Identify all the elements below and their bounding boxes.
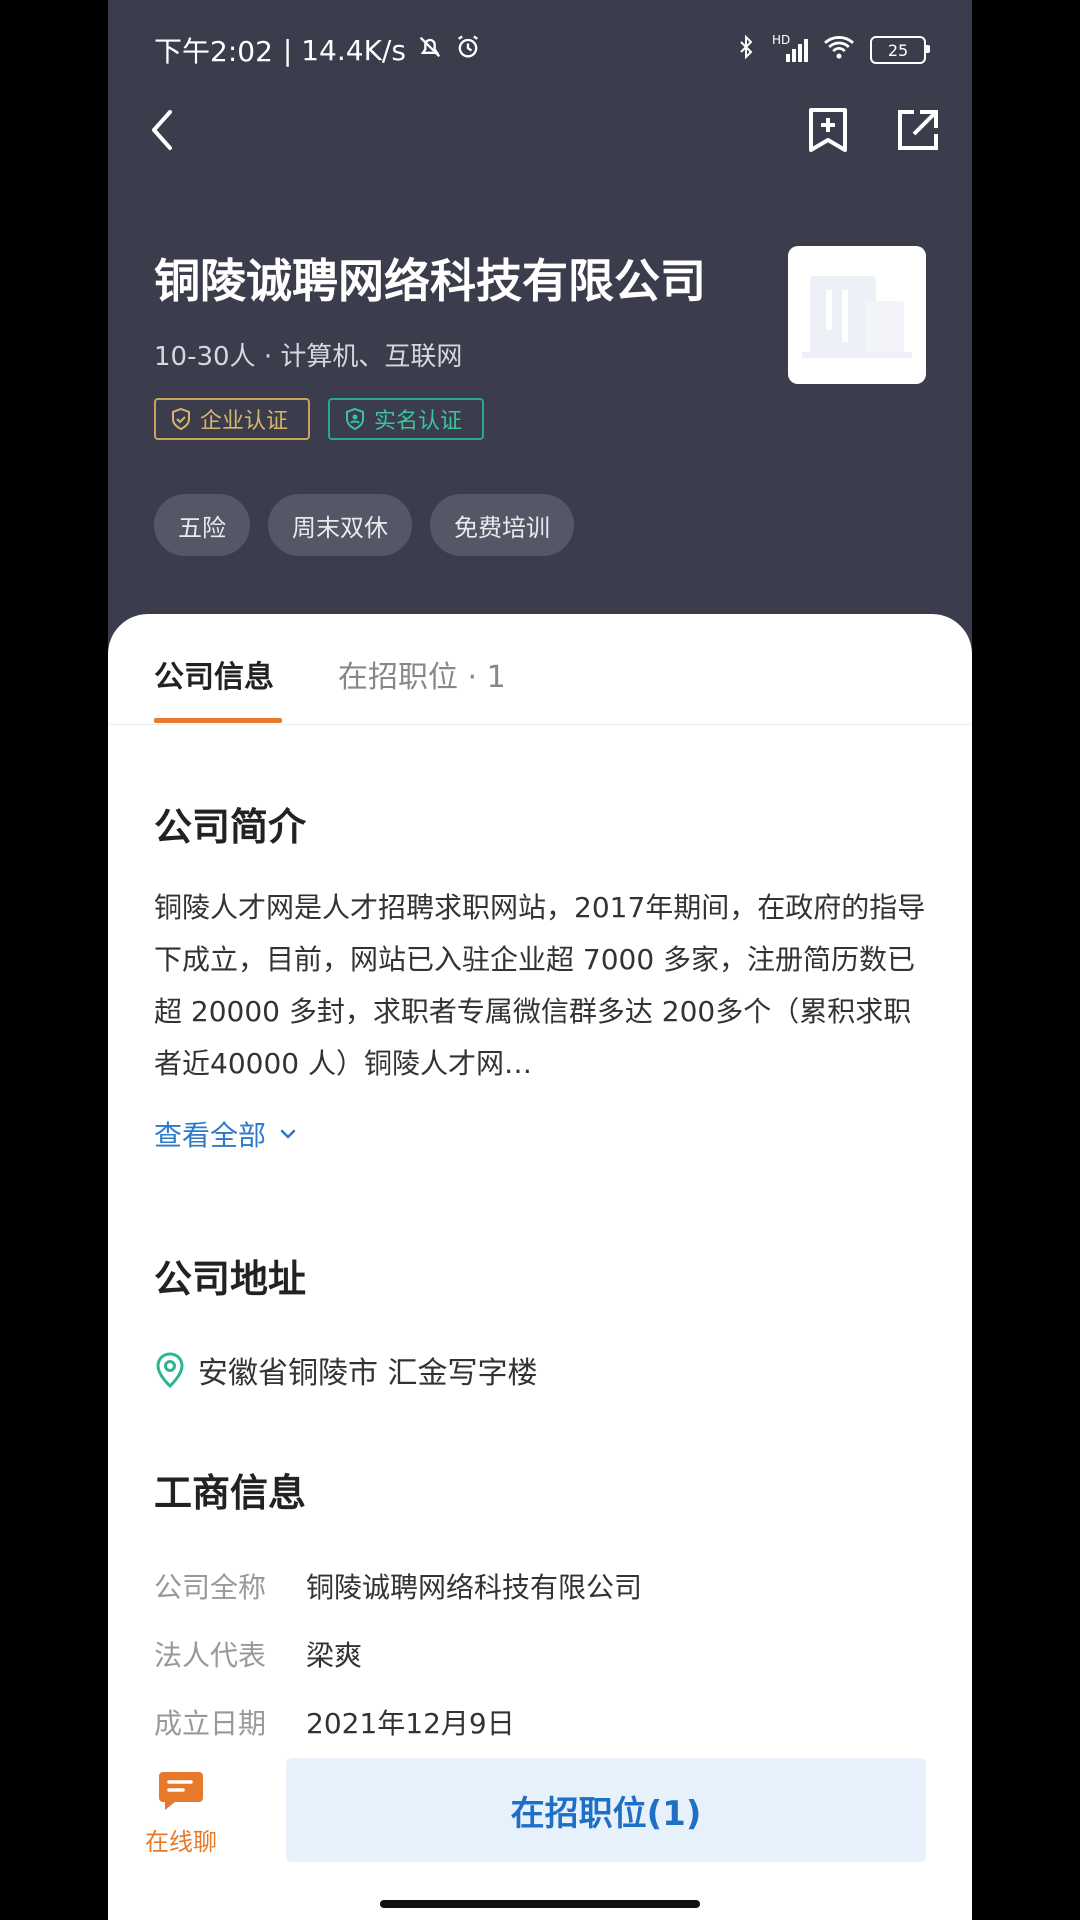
badge-label: 实名认证 — [374, 409, 463, 434]
welfare-tag: 五险 — [154, 494, 250, 556]
online-chat-button[interactable]: 在线聊 — [136, 1768, 226, 1857]
welfare-tag: 免费培训 — [430, 494, 574, 556]
alarm-icon — [454, 33, 482, 68]
battery-icon: 25 — [870, 36, 930, 64]
chevron-down-icon — [280, 1129, 296, 1139]
enterprise-verified-badge: 企业认证 — [154, 398, 311, 440]
chat-label: 在线聊 — [145, 1828, 217, 1856]
wifi-icon — [822, 33, 856, 68]
view-all-label: 查看全部 — [154, 1119, 267, 1152]
status-network-speed: | 14.4K/s — [282, 33, 406, 67]
bluetooth-icon — [734, 33, 758, 68]
info-label: 公司全称 — [154, 1571, 267, 1604]
company-name: 铜陵诚聘网络科技有限公司 — [154, 254, 706, 308]
info-row-legal-rep: 法人代表 梁爽 — [154, 1634, 362, 1674]
tab-open-positions[interactable]: 在招职位 · 1 — [338, 652, 506, 696]
info-row-founded: 成立日期 2021年12月9日 — [154, 1702, 515, 1742]
intro-text: 铜陵人才网是人才招聘求职网站，2017年期间，在政府的指导下成立，目前，网站已入… — [154, 891, 926, 1080]
info-value: 2021年12月9日 — [306, 1707, 515, 1740]
active-tab-indicator — [154, 718, 282, 723]
info-label: 法人代表 — [154, 1639, 267, 1672]
realname-verified-badge: 实名认证 — [328, 398, 485, 440]
status-bar: 下午2:02 | 14.4K/s HD 25 — [154, 30, 930, 70]
address-row[interactable]: 安徽省铜陵市 汇金写字楼 — [154, 1348, 538, 1392]
info-value: 铜陵诚聘网络科技有限公司 — [306, 1571, 643, 1604]
info-value: 梁爽 — [306, 1639, 363, 1672]
bottom-action-bar: 在线聊 在招职位(1) — [108, 1750, 972, 1920]
building-icon — [802, 276, 912, 358]
content-sheet: 公司信息 在招职位 · 1 公司简介 铜陵人才网是人才招聘求职网站，2017年期… — [108, 614, 972, 1920]
bookmark-add-button[interactable] — [798, 100, 858, 160]
mute-icon — [416, 33, 444, 68]
location-pin-icon — [156, 1352, 184, 1388]
badge-label: 企业认证 — [200, 409, 289, 434]
top-nav — [132, 100, 948, 160]
chevron-left-icon — [152, 110, 172, 150]
info-row-fullname: 公司全称 铜陵诚聘网络科技有限公司 — [154, 1566, 642, 1606]
verification-badges: 企业认证 实名认证 — [154, 398, 485, 440]
status-time: 下午2:02 — [154, 35, 273, 68]
bookmark-add-icon — [809, 108, 847, 152]
home-indicator[interactable] — [380, 1900, 700, 1908]
chat-bubble-icon — [159, 1772, 203, 1810]
battery-level: 25 — [887, 40, 909, 60]
intro-title: 公司简介 — [154, 805, 307, 849]
info-label: 成立日期 — [154, 1707, 267, 1740]
tab-company-info[interactable]: 公司信息 — [154, 652, 274, 696]
open-positions-button[interactable]: 在招职位(1) — [286, 1758, 926, 1862]
address-text: 安徽省铜陵市 汇金写字楼 — [198, 1356, 538, 1391]
share-icon — [898, 110, 938, 150]
share-button[interactable] — [888, 100, 948, 160]
business-title: 工商信息 — [154, 1471, 307, 1515]
signal-icon: HD — [772, 33, 808, 62]
view-all-button[interactable]: 查看全部 — [154, 1114, 298, 1154]
company-meta: 10-30人 · 计算机、互联网 — [154, 342, 463, 372]
welfare-tag: 周末双休 — [268, 494, 412, 556]
company-logo — [788, 246, 926, 384]
welfare-tags: 五险 周末双休 免费培训 — [154, 494, 574, 556]
address-title: 公司地址 — [154, 1257, 307, 1301]
network-type-label: HD — [772, 32, 791, 47]
back-button[interactable] — [132, 100, 192, 160]
tab-bar: 公司信息 在招职位 · 1 — [108, 614, 972, 725]
app-screen: 下午2:02 | 14.4K/s HD 25 铜陵诚聘网络科技有限公司 10-3… — [108, 0, 972, 1920]
shield-person-icon — [346, 407, 365, 431]
shield-check-icon — [172, 407, 190, 431]
